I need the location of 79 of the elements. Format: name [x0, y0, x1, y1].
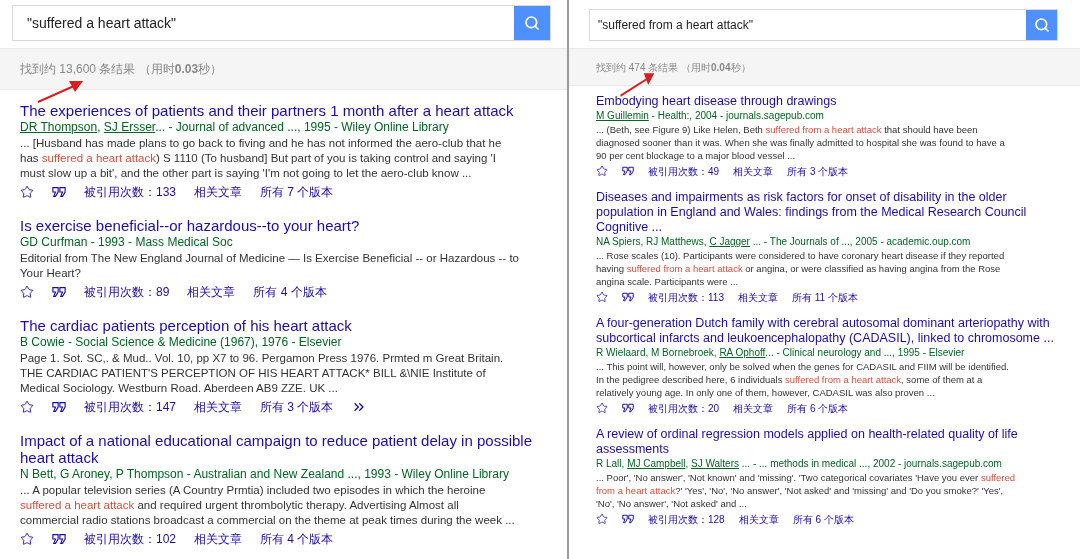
- result-snippet: ... Poor', 'No answer', 'Not known' and 'missing'. 'Two categorical covariates 'Have you ever suffered from a heart attack?' 'Yes', 'No', 'No answer', 'Not asked' and 'missing' and 'Do you smoke?' 'Yes', 'No', 'No answer', 'Not asked' and ...: [596, 471, 1016, 510]
- quote-icon[interactable]: [52, 532, 66, 546]
- related-articles-link[interactable]: 相关文章: [194, 530, 243, 548]
- author-link[interactable]: RA Ophoff: [719, 347, 766, 358]
- cited-by-link[interactable]: 被引用次数：20: [648, 400, 720, 416]
- result-title[interactable]: A four-generation Dutch family with cerebral autosomal dominant arteriopathy with subcortical infarcts and leukoencephalopathy (CADASIL), linked to chromosome ...: [596, 316, 1058, 346]
- result-snippet: ... [Husband has made plans to go back to fiving and he has not informed the aero-club that he has suffered a heart attack) S 1110 (To husband] But part of you is taking control and saying 'I must slow up a bit', and the other part is saying 'I'm not going to let the aero-club know ...: [20, 136, 503, 181]
- search-query: "suffered a heart attack": [27, 13, 176, 33]
- author-link[interactable]: SJ Ersser: [103, 120, 156, 134]
- result-title[interactable]: Is exercise beneficial--or hazardous--to your heart?: [20, 217, 553, 234]
- quote-icon[interactable]: [52, 285, 66, 299]
- result-snippet: ... (Beth, see Figure 9) Like Helen, Beth suffered from a heart attack that should have been diagnosed sooner than it was. When she was finally admitted to hospital she was found to have a 90 per cent blockage to a major blood vessel ...: [596, 123, 1006, 162]
- result-title[interactable]: The experiences of patients and their partners 1 month after a heart attack: [20, 102, 553, 119]
- result-title[interactable]: A review of ordinal regression models applied on health-related quality of life assessments: [596, 427, 1058, 457]
- save-star-icon[interactable]: [596, 291, 608, 303]
- save-star-icon[interactable]: [596, 165, 608, 177]
- save-star-icon[interactable]: [20, 185, 34, 199]
- result-snippet: ... This point will, however, only be solved when the genes for CADASIL and FIIM will be identified. In the pedigree described here, 6 individuals suffered from a heart attack, some of them at a relatively young age. In only one of them, however, CADASIL was also proven ...: [596, 360, 1010, 399]
- versions-link[interactable]: 所有 11 个版本: [791, 289, 858, 305]
- quote-icon[interactable]: [52, 400, 66, 414]
- search-query: "suffered from a heart attack": [598, 17, 754, 34]
- cited-by-link[interactable]: 被引用次数：49: [648, 163, 720, 179]
- search-field[interactable]: "suffered a heart attack": [12, 5, 551, 41]
- related-articles-link[interactable]: 相关文章: [187, 283, 236, 301]
- versions-link[interactable]: 所有 6 个版本: [792, 511, 854, 527]
- quote-icon[interactable]: [622, 513, 634, 525]
- result-stats: 找到约 13,600 条结果 （用时0.03秒）: [20, 61, 223, 78]
- result-snippet: Editorial from The New England Journal of Medicine — Is Exercise Beneficial -- or Hazardous -- to Your Heart?: [20, 251, 520, 281]
- related-articles-link[interactable]: 相关文章: [733, 400, 774, 416]
- cited-by-link[interactable]: 被引用次数：128: [648, 511, 725, 527]
- related-articles-link[interactable]: 相关文章: [194, 398, 243, 416]
- versions-link[interactable]: 所有 6 个版本: [787, 400, 849, 416]
- related-articles-link[interactable]: 相关文章: [737, 289, 778, 305]
- result-source: N Bett, G Aroney, P Thompson - Australian and New Zealand ..., 1993 - Wiley Online Library: [20, 466, 510, 483]
- result-source: DR Thompson, SJ Ersser... - Journal of advanced ..., 1995 - Wiley Online Library: [20, 119, 450, 136]
- cited-by-link[interactable]: 被引用次数：102: [84, 530, 177, 548]
- save-star-icon[interactable]: [596, 402, 608, 414]
- cited-by-link[interactable]: 被引用次数：113: [648, 289, 724, 305]
- quote-icon[interactable]: [622, 402, 634, 414]
- cited-by-link[interactable]: 被引用次数：89: [84, 283, 170, 301]
- result-source: NA Spiers, RJ Matthews, C Jagger ... - The Journals of ..., 2005 - academic.oup.com: [596, 235, 972, 249]
- search-button[interactable]: [1026, 10, 1057, 40]
- result-source: R Lall, MJ Campbell, SJ Walters ... - ... methods in medical ..., 2002 - journals.sagepub.com: [596, 457, 1003, 471]
- save-star-icon[interactable]: [20, 285, 34, 299]
- versions-link[interactable]: 所有 3 个版本: [260, 398, 334, 416]
- versions-link[interactable]: 所有 4 个版本: [253, 283, 327, 301]
- related-articles-link[interactable]: 相关文章: [194, 183, 243, 201]
- result-snippet: ... Rose scales (10). Participants were considered to have coronary heart disease if they reported having suffered from a heart attack or angina, or were classified as having angina from the Rose angina scale. Participants were ...: [596, 249, 1006, 288]
- result-snippet: Page 1. Sot. SC,. & Mud.. Vol. 10, pp X7 to 96. Pergamon Press 1976. Prmted m Great Britain. THE CARDIAC PATIENT'S PERCEPTION OF HIS HEART ATTACK* BILL &\NIE Institute of Medical Sociology. Westburn Road. Aberdeen AB9 ZZE. UK ...: [20, 351, 505, 396]
- search-field[interactable]: "suffered from a heart attack": [589, 9, 1058, 41]
- result-title[interactable]: Diseases and impairments as risk factors for onset of disability in the older population in England and Wales: findings from the Medical Research Council Cognitive ...: [596, 190, 1058, 235]
- result-source: GD Curfman - 1993 - Mass Medical Soc: [20, 234, 234, 251]
- versions-link[interactable]: 所有 3 个版本: [787, 163, 849, 179]
- cited-by-link[interactable]: 被引用次数：133: [84, 183, 177, 201]
- author-link[interactable]: SJ Walters: [691, 458, 739, 469]
- save-star-icon[interactable]: [20, 400, 34, 414]
- author-link[interactable]: C Jagger: [709, 236, 750, 247]
- save-star-icon[interactable]: [20, 532, 34, 546]
- quote-icon[interactable]: [622, 165, 634, 177]
- versions-link[interactable]: 所有 7 个版本: [260, 183, 334, 201]
- versions-link[interactable]: 所有 4 个版本: [260, 530, 334, 548]
- related-articles-link[interactable]: 相关文章: [733, 163, 774, 179]
- result-source: B Cowie - Social Science & Medicine (1967), 1976 - Elsevier: [20, 334, 343, 351]
- quote-icon[interactable]: [52, 185, 66, 199]
- cited-by-link[interactable]: 被引用次数：147: [84, 398, 177, 416]
- author-link[interactable]: M Guillemin: [596, 110, 649, 121]
- search-button[interactable]: [514, 6, 550, 40]
- result-stats: 找到约 474 条结果 （用时0.04秒）: [596, 60, 751, 75]
- result-source: M Guillemin - Health:, 2004 - journals.sagepub.com: [596, 109, 825, 123]
- related-articles-link[interactable]: 相关文章: [738, 511, 779, 527]
- search-icon: [1033, 17, 1050, 33]
- save-star-icon[interactable]: [596, 513, 608, 525]
- search-icon: [524, 15, 540, 31]
- result-snippet: ... A popular television series (A Country Prmtia) included two episodes in which the heroine suffered a heart attack and required urgent thrombolytic therapy. Advertising Almost all commercial radio stations broadcast a commercial on the theme at peak times during the week ...: [20, 483, 516, 528]
- result-title[interactable]: Impact of a national educational campaign to reduce patient delay in possible heart attack: [20, 432, 553, 466]
- result-title[interactable]: Embodying heart disease through drawings: [596, 94, 1058, 109]
- result-source: R Wielaard, M Bornebroek, RA Ophoff... - Clinical neurology and ..., 1995 - Elsevier: [596, 346, 966, 360]
- quote-icon[interactable]: [622, 291, 634, 303]
- result-title[interactable]: The cardiac patients perception of his heart attack: [20, 317, 553, 334]
